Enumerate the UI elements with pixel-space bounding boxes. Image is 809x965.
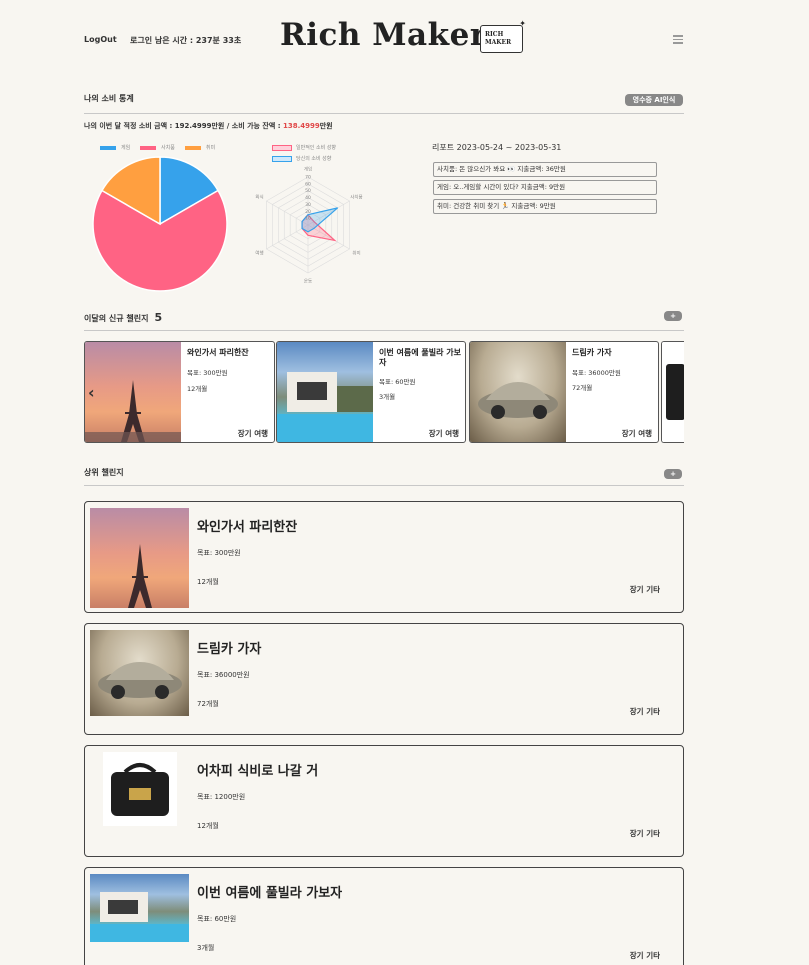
pie-legend-label[interactable]: 사치품 xyxy=(161,144,175,151)
challenge-name: 와인가서 파리한잔 xyxy=(197,520,298,535)
legend-swatch-general xyxy=(272,145,292,151)
challenge-category: 장기 여행 xyxy=(621,429,652,438)
pie-legend-swatch[interactable] xyxy=(100,146,116,150)
logo-badge-icon: RICH MAKER ✦ xyxy=(480,19,526,53)
radar-tick-label: 60 xyxy=(305,181,311,187)
challenge-period: 12개월 xyxy=(197,578,219,586)
radar-tick-label: 30 xyxy=(305,202,311,208)
challenge-name: 이번 여름에 풀빌라 가보자 xyxy=(197,886,343,901)
challenge-goal: 목표: 300만원 xyxy=(197,549,241,557)
add-top-challenge-button[interactable]: + xyxy=(664,469,682,479)
challenge-card[interactable]: 와인가서 파리한잔 목표: 300만원 12개월 장기 여행 xyxy=(84,341,275,443)
report-item: 게임: 오..게임할 시간이 있다? 지출금액: 9만원 xyxy=(433,180,657,195)
challenge-category: 장기 기타 xyxy=(629,585,660,594)
challenge-name: 이번 여름에 풀빌라 가보자 xyxy=(379,348,461,367)
challenge-category: 장기 기타 xyxy=(629,707,660,716)
challenge-photo xyxy=(277,342,373,442)
legend-label-general: 일반적인 소비 성향 xyxy=(296,145,336,151)
challenge-name: 어차피 식비로 나갈 거 xyxy=(197,764,319,779)
radar-axis-label: 외식 xyxy=(255,194,263,201)
challenge-name: 와인가서 파리한잔 xyxy=(187,348,249,357)
receipt-ai-button[interactable]: 영수증 AI인식 xyxy=(625,94,683,106)
challenge-category: 장기 여행 xyxy=(237,429,268,438)
radar-axis-label: 취미 xyxy=(352,250,360,257)
stats-title: 나의 소비 통계 xyxy=(84,94,134,103)
logout-link[interactable]: LogOut xyxy=(84,35,117,44)
hamburger-menu-icon[interactable] xyxy=(673,35,683,46)
challenge-photo xyxy=(662,342,684,442)
challenge-category: 장기 기타 xyxy=(629,829,660,838)
app-logo[interactable]: Rich Maker xyxy=(280,17,487,53)
challenge-period: 12개월 xyxy=(187,385,208,393)
new-challenges-title: 이달의 신규 챌린지 5 xyxy=(84,311,163,324)
spending-radar-chart: 70605040302010 게임사치품취미운동 여행 외식 xyxy=(255,166,362,285)
pie-legend-swatch[interactable] xyxy=(185,146,201,150)
top-challenge-card[interactable]: 와인가서 파리한잔 목표: 300만원 12개월 장기 기타 xyxy=(84,501,684,613)
challenge-goal: 목표: 60만원 xyxy=(379,378,416,386)
divider xyxy=(84,113,684,114)
challenge-name: 드림카 가자 xyxy=(572,348,612,357)
radar-tick-label: 10 xyxy=(305,216,311,222)
challenge-period: 3개월 xyxy=(197,944,215,952)
challenge-photo xyxy=(90,508,189,608)
challenge-category: 장기 기타 xyxy=(629,951,660,960)
challenge-category: 장기 여행 xyxy=(428,429,459,438)
carousel-prev-icon[interactable]: ‹ xyxy=(88,383,95,402)
divider xyxy=(84,485,684,486)
pie-legend-label[interactable]: 취미 xyxy=(206,144,215,151)
challenge-goal: 목표: 1200만원 xyxy=(197,793,246,801)
challenge-period: 12개월 xyxy=(197,822,219,830)
radar-tick-label: 70 xyxy=(305,175,311,181)
top-challenge-card[interactable]: 드림카 가자 목표: 36000만원 72개월 장기 기타 xyxy=(84,623,684,735)
challenge-photo xyxy=(85,342,181,442)
spending-summary: 나의 이번 달 적정 소비 금액 : 192.4999만원 / 소비 가능 잔액… xyxy=(84,122,333,130)
pie-legend-label[interactable]: 게임 xyxy=(121,144,130,151)
challenge-name: 드림카 가자 xyxy=(197,642,262,657)
top-challenges-title: 상위 챌린지 xyxy=(84,468,124,477)
report-item: 취미: 건강한 취미 찾기 🏃 지출금액: 9만원 xyxy=(433,199,657,214)
challenge-photo xyxy=(90,630,189,716)
challenge-goal: 목표: 36000만원 xyxy=(197,671,250,679)
add-challenge-button[interactable]: + xyxy=(664,311,682,321)
challenge-period: 3개월 xyxy=(379,393,396,401)
radar-tick-label: 20 xyxy=(305,209,311,215)
radar-tick-label: 50 xyxy=(305,188,311,194)
challenge-goal: 목표: 36000만원 xyxy=(572,369,621,377)
challenge-period: 72개월 xyxy=(572,384,593,392)
sparkle-icon: ✦ xyxy=(519,19,526,28)
challenge-goal: 목표: 60만원 xyxy=(197,915,237,923)
challenge-card[interactable]: 드림카 가자 목표: 36000만원 72개월 장기 여행 xyxy=(469,341,659,443)
divider xyxy=(84,330,684,331)
challenge-photo xyxy=(90,874,189,942)
report-item: 사치품: 돈 많으신가 봐요 👀 지출금액: 36만원 xyxy=(433,162,657,177)
top-challenge-card[interactable]: 이번 여름에 풀빌라 가보자 목표: 60만원 3개월 장기 기타 xyxy=(84,867,684,965)
radar-tick-label: 40 xyxy=(305,195,311,201)
report-title: 리포트 2023-05-24 ~ 2023-05-31 xyxy=(432,143,562,152)
legend-label-yours: 당신의 소비 성향 xyxy=(296,156,332,162)
top-challenge-card[interactable]: 어차피 식비로 나갈 거 목표: 1200만원 12개월 장기 기타 xyxy=(84,745,684,857)
session-timer: 로그인 남은 시간 : 237분 33초 xyxy=(130,36,242,45)
radar-axis-label: 여행 xyxy=(255,250,263,257)
challenge-period: 72개월 xyxy=(197,700,219,708)
new-challenges-count: 5 xyxy=(154,311,163,324)
pie-legend-swatch[interactable] xyxy=(140,146,156,150)
balance-amount: 138.4999 xyxy=(282,122,320,130)
radar-axis-label: 사치품 xyxy=(350,194,362,201)
challenge-photo xyxy=(470,342,566,442)
spending-pie-chart xyxy=(92,156,228,292)
challenge-goal: 목표: 300만원 xyxy=(187,369,228,377)
radar-axis-label: 운동 xyxy=(304,279,312,285)
challenge-card[interactable]: 이번 여름에 풀빌라 가보자 목표: 60만원 3개월 장기 여행 xyxy=(276,341,466,443)
challenge-photo xyxy=(103,752,177,826)
challenge-card-partial[interactable] xyxy=(661,341,684,443)
radar-axis-label: 게임 xyxy=(304,166,312,173)
